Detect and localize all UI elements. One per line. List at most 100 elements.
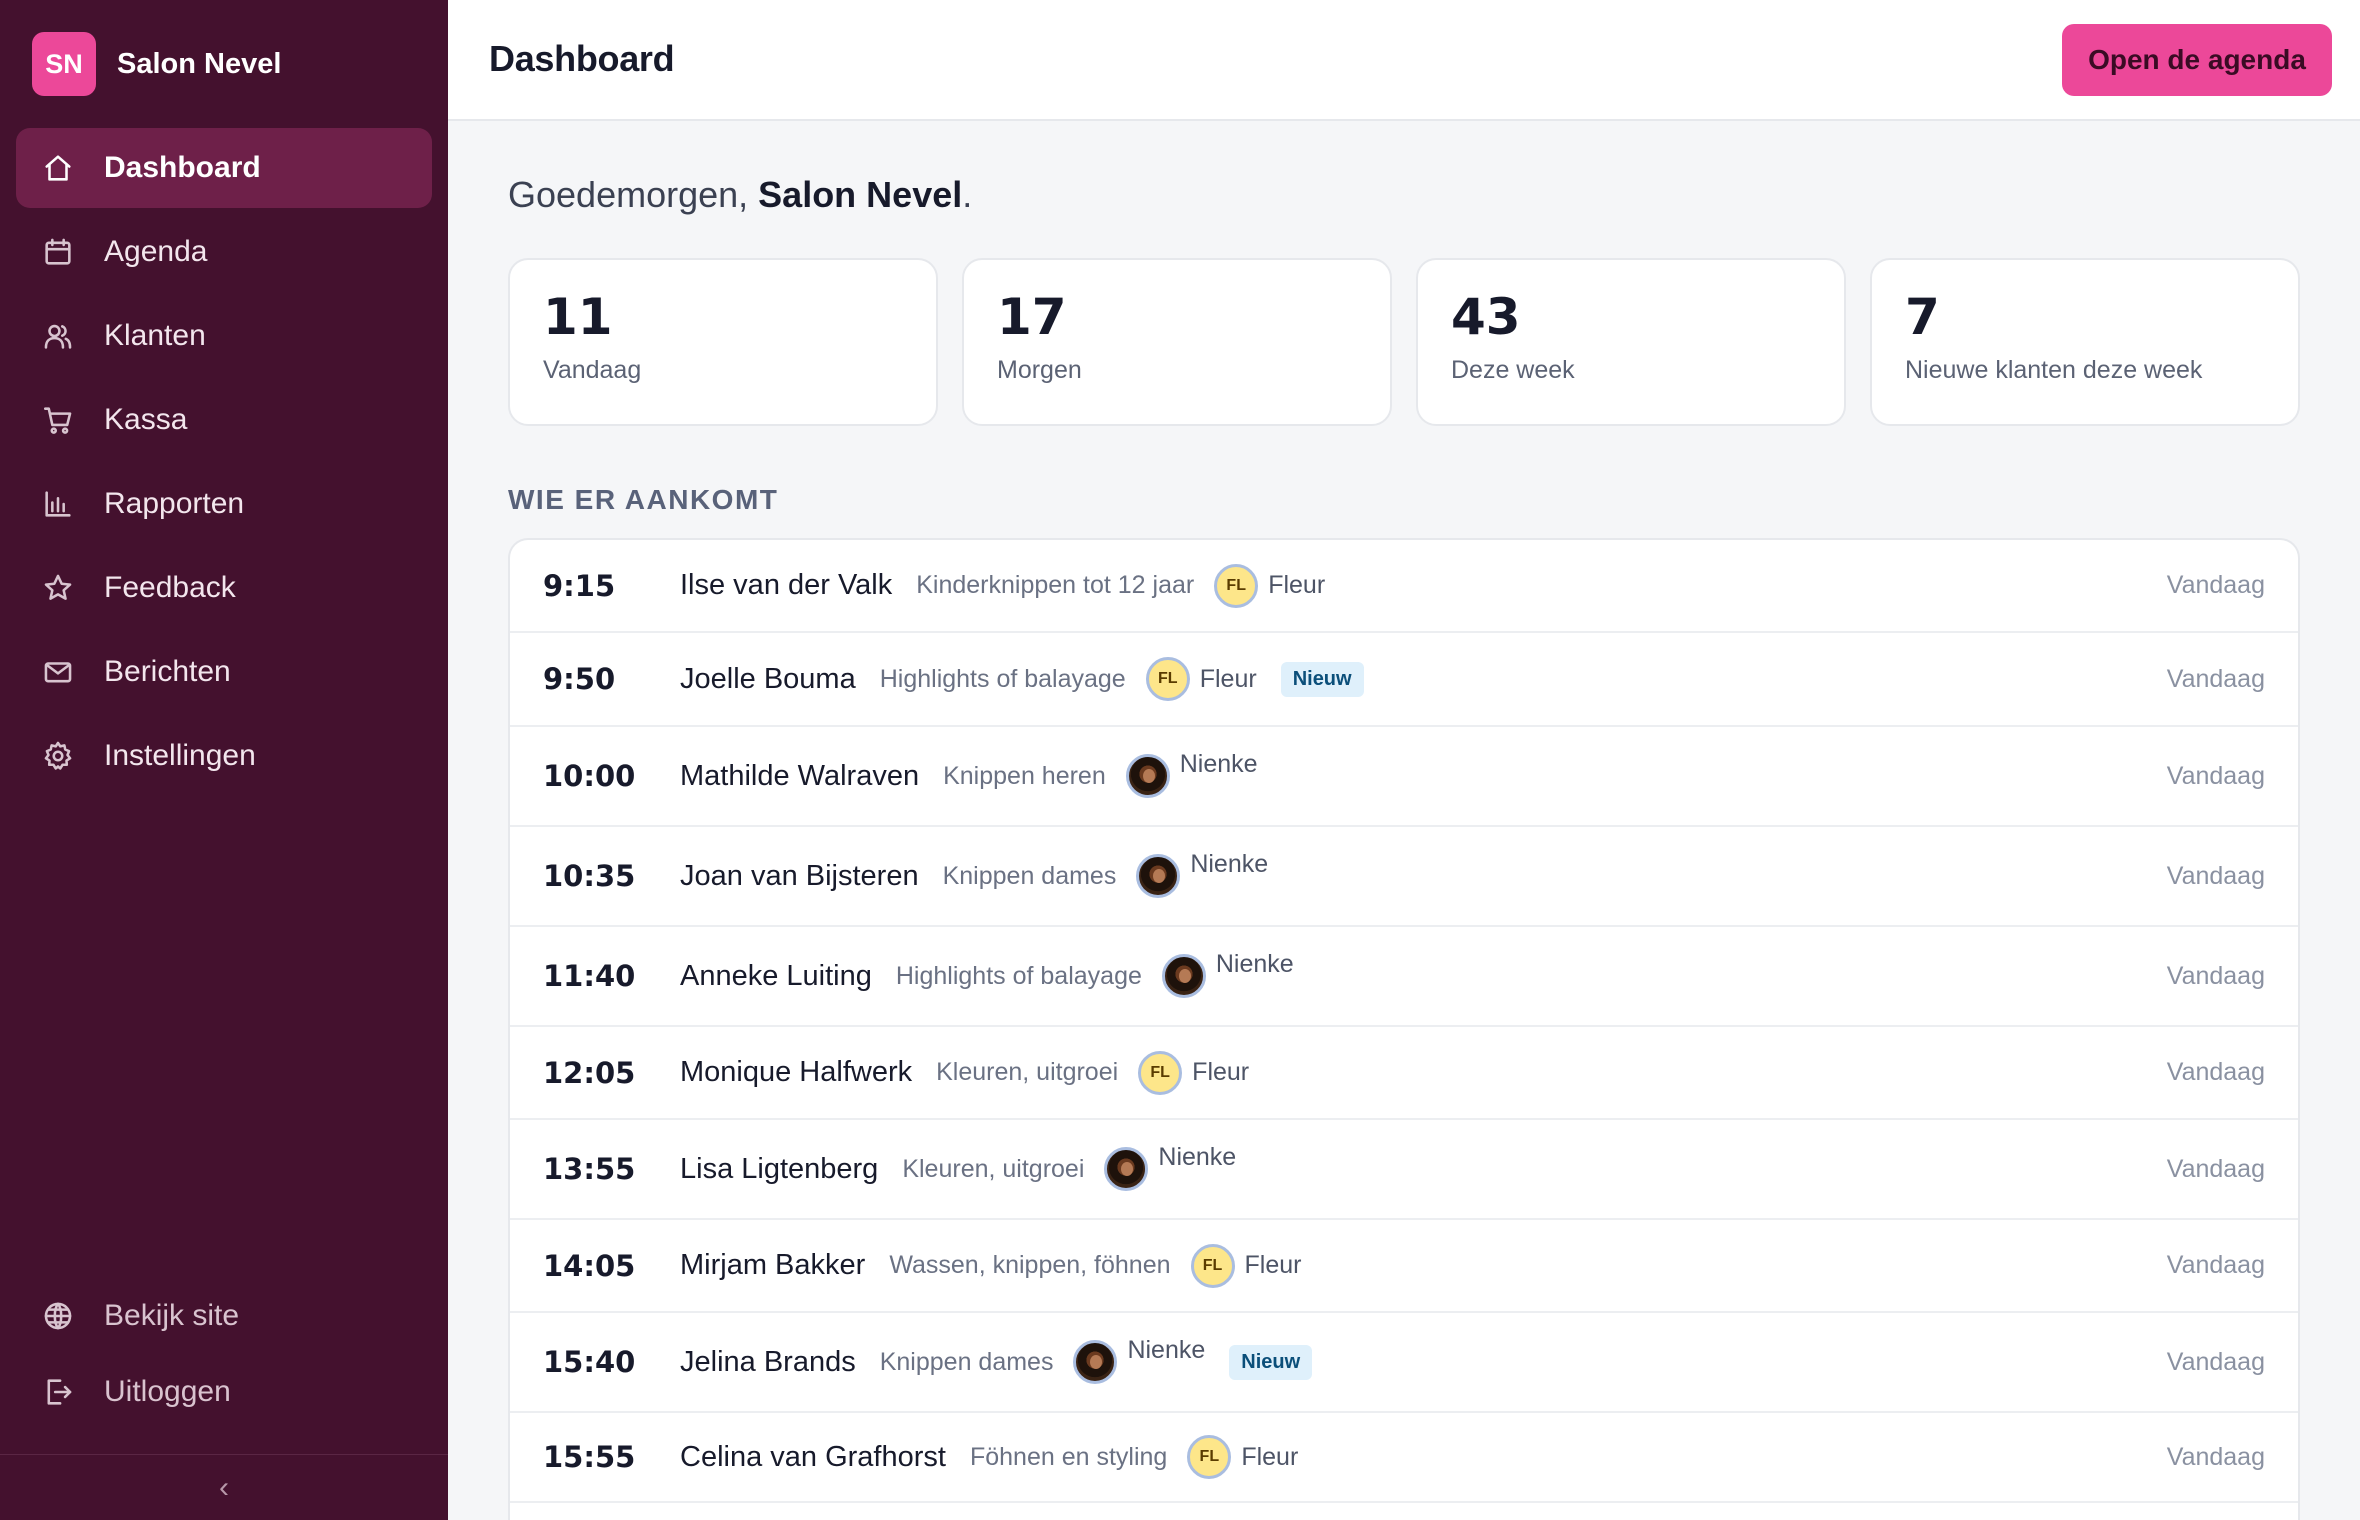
- sidebar-item-label: Agenda: [104, 235, 208, 268]
- appointment-time: 13:55: [543, 1152, 636, 1186]
- client-name: Jelina Brands: [680, 1345, 856, 1378]
- new-client-badge: Nieuw: [1229, 1344, 1313, 1380]
- stat-card[interactable]: 43 Deze week: [1416, 258, 1846, 426]
- sidebar-item-uitloggen[interactable]: Uitloggen: [16, 1356, 432, 1428]
- appointment-row[interactable]: 10:00 Mathilde Walraven Knippen heren Nienk…: [510, 727, 2298, 827]
- appointment-day: Vandaag: [2166, 664, 2265, 693]
- appointment-info: Lisa Ligtenberg Kleuren, uitgroei Nienke: [680, 1143, 1236, 1191]
- star-icon: [40, 570, 76, 606]
- appointment-row[interactable]: 15:55 Celina van Grafhorst Föhnen en styli…: [510, 1413, 2298, 1503]
- appointment-row[interactable]: 15:40 Jelina Brands Knippen dames Nienke Nie…: [510, 1313, 2298, 1413]
- staff-avatar: FL: [1138, 1050, 1183, 1095]
- brand[interactable]: SN Salon Nevel: [32, 32, 281, 96]
- sidebar-item-kassa[interactable]: Kassa: [16, 380, 432, 460]
- staff: Nienke: [1136, 850, 1268, 898]
- new-client-badge: Nieuw: [1280, 661, 1364, 697]
- appointment-row[interactable]: 9:15 Ilse van der Valk Kinderknippen tot 1…: [510, 540, 2298, 633]
- sidebar-item-bekijk-site[interactable]: Bekijk site: [16, 1280, 432, 1352]
- client-name: Joan van Bijsteren: [680, 859, 919, 892]
- staff: FL Fleur: [1214, 563, 1326, 608]
- collapse-sidebar-button[interactable]: ‹: [0, 1454, 448, 1520]
- sidebar: SN Salon Nevel Dashboard Agenda Klanten Kas…: [0, 0, 448, 1520]
- appointment-info: Monique Halfwerk Kleuren, uitgroei FL Fleur: [680, 1050, 1250, 1095]
- sidebar-item-label: Uitloggen: [104, 1375, 231, 1408]
- stat-value: 17: [997, 288, 1067, 346]
- sidebar-item-dashboard[interactable]: Dashboard: [16, 128, 432, 208]
- sidebar-item-feedback[interactable]: Feedback: [16, 548, 432, 628]
- appointment-time: 11:40: [543, 959, 636, 993]
- staff-avatar-photo: [1125, 754, 1170, 798]
- staff: FL Fleur: [1145, 657, 1257, 701]
- appointment-time: 15:55: [543, 1440, 636, 1474]
- sidebar-item-label: Berichten: [104, 655, 231, 688]
- sidebar-item-label: Instellingen: [104, 739, 256, 772]
- stat-card[interactable]: 11 Vandaag: [508, 258, 938, 426]
- logout-icon: [40, 1374, 76, 1410]
- sidebar-item-instellingen[interactable]: Instellingen: [16, 716, 432, 796]
- staff-avatar-photo: [1104, 1147, 1149, 1191]
- appointment-time: 9:50: [543, 662, 616, 696]
- service-name: Föhnen en styling: [969, 1442, 1168, 1471]
- appointment-info: Anneke Luiting Highlights of balayage Nien…: [680, 950, 1294, 998]
- appointment-info: Joan van Bijsteren Knippen dames Nienke: [680, 850, 1268, 898]
- appointment-day: Vandaag: [2166, 1347, 2265, 1376]
- staff-name: Fleur: [1268, 571, 1326, 599]
- stat-card[interactable]: 17 Morgen: [962, 258, 1392, 426]
- cart-icon: [40, 402, 76, 438]
- appointment-day: Vandaag: [2166, 761, 2265, 790]
- appointment-info: Celina van Grafhorst Föhnen en styling FL F…: [680, 1435, 1298, 1479]
- stat-value: 7: [1905, 288, 1940, 346]
- service-name: Highlights of balayage: [879, 664, 1126, 693]
- sidebar-item-berichten[interactable]: Berichten: [16, 632, 432, 712]
- client-name: Ilse van der Valk: [680, 569, 893, 601]
- appointment-row[interactable]: 10:35 Joan van Bijsteren Knippen dames Nien…: [510, 827, 2298, 927]
- sidebar-item-label: Rapporten: [104, 487, 245, 520]
- greeting: Goedemorgen, Salon Nevel.: [508, 174, 972, 216]
- sidebar-item-label: Klanten: [104, 319, 206, 352]
- staff-name: Fleur: [1244, 1251, 1302, 1279]
- appointment-time: 9:15: [543, 568, 616, 603]
- appointment-day: Vandaag: [2166, 1058, 2265, 1086]
- service-name: Kleuren, uitgroei: [936, 1058, 1119, 1086]
- appointment-time: 10:35: [543, 859, 636, 893]
- staff-name: Fleur: [1192, 1058, 1250, 1086]
- service-name: Wassen, knippen, föhnen: [889, 1251, 1171, 1279]
- appointment-row[interactable]: 13:55 Lisa Ligtenberg Kleuren, uitgroei Nie…: [510, 1120, 2298, 1220]
- stats-row: 11 Vandaag 17 Morgen 43 Deze week 7 Nieuwe klan…: [508, 258, 2300, 426]
- client-name: Anneke Luiting: [680, 959, 872, 992]
- appointment-day: Vandaag: [2166, 961, 2265, 990]
- sidebar-item-label: Feedback: [104, 571, 236, 604]
- service-name: Kinderknippen tot 12 jaar: [916, 571, 1195, 599]
- sidebar-item-klanten[interactable]: Klanten: [16, 296, 432, 376]
- staff: Nienke: [1073, 1336, 1205, 1384]
- gear-icon: [40, 738, 76, 774]
- sidebar-item-rapporten[interactable]: Rapporten: [16, 464, 432, 544]
- brand-name: Salon Nevel: [117, 47, 282, 80]
- staff: FL Fleur: [1138, 1050, 1250, 1095]
- staff-name: Nienke: [1179, 749, 1258, 778]
- appointments-list: 9:15 Ilse van der Valk Kinderknippen tot 1…: [508, 538, 2300, 1520]
- staff-avatar-photo: [1161, 954, 1206, 998]
- appointment-row[interactable]: 9:50 Joelle Bouma Highlights of balayage FL…: [510, 633, 2298, 727]
- appointment-row[interactable]: 12:05 Monique Halfwerk Kleuren, uitgroei FL…: [510, 1027, 2298, 1120]
- staff-name: Nienke: [1127, 1335, 1206, 1364]
- section-title: WIE ER AANKOMT: [508, 484, 779, 515]
- stat-value: 43: [1451, 288, 1521, 346]
- staff: Nienke: [1161, 950, 1294, 998]
- chevron-left-icon: ‹: [219, 1470, 229, 1504]
- client-name: Lisa Ligtenberg: [680, 1152, 879, 1185]
- top-header: Dashboard Open de agenda: [448, 0, 2360, 121]
- appointment-time: 10:00: [543, 759, 636, 793]
- staff-avatar-photo: [1136, 854, 1181, 898]
- appointment-row[interactable]: 14:05 Mirjam Bakker Wassen, knippen, föhne…: [510, 1220, 2298, 1313]
- staff-avatar: FL: [1190, 1243, 1235, 1288]
- appointment-row[interactable]: 11:40 Anneke Luiting Highlights of balayag…: [510, 927, 2298, 1027]
- greeting-suffix: .: [962, 174, 973, 215]
- appointment-day: Vandaag: [2166, 571, 2265, 599]
- sidebar-item-agenda[interactable]: Agenda: [16, 212, 432, 292]
- open-agenda-button[interactable]: Open de agenda: [2062, 24, 2332, 96]
- globe-icon: [40, 1298, 76, 1334]
- client-name: Mathilde Walraven: [680, 759, 920, 792]
- stat-label: Nieuwe klanten deze week: [1905, 356, 2203, 384]
- stat-card[interactable]: 7 Nieuwe klanten deze week: [1870, 258, 2300, 426]
